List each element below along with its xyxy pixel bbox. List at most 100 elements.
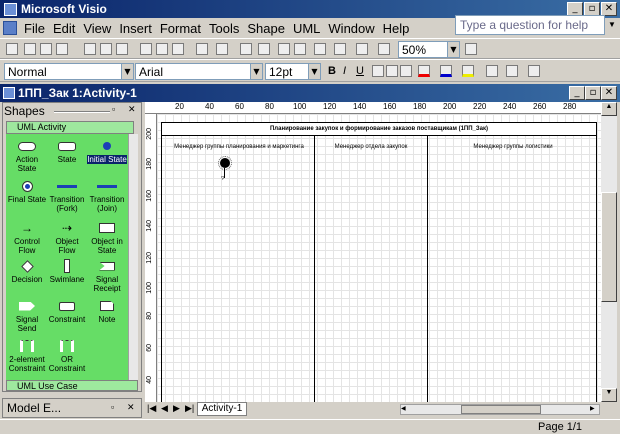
next-page-icon[interactable]: ▶ [173, 403, 180, 414]
menu-window[interactable]: Window [324, 21, 378, 36]
shape-2-element-constraint[interactable]: 2-element Constraint [6, 338, 48, 373]
bold-button[interactable]: B [328, 65, 336, 77]
shape-state[interactable]: State [46, 138, 88, 164]
diagram-header[interactable]: Планирование закупок и формирование зака… [161, 122, 597, 136]
scroll-left-icon[interactable]: ◀ [401, 405, 410, 414]
text-tool-icon[interactable] [314, 43, 326, 55]
stencil-tab-uml-use-case[interactable]: UML Use Case [6, 380, 138, 391]
menu-insert[interactable]: Insert [115, 21, 156, 36]
scroll-down-icon[interactable]: ▼ [601, 388, 617, 402]
shape-decision[interactable]: Decision [6, 258, 48, 284]
line-pattern-icon[interactable] [506, 65, 518, 77]
panel-close-icon[interactable]: ✕ [128, 104, 136, 115]
shape-constraint[interactable]: Constraint [46, 298, 88, 324]
shapes-icon[interactable] [240, 43, 252, 55]
first-page-icon[interactable]: |◀ [147, 403, 156, 414]
menu-uml[interactable]: UML [289, 21, 324, 36]
vertical-scrollbar[interactable]: ▲ ▼ [601, 102, 617, 402]
document-menu-icon[interactable] [3, 21, 17, 35]
align-left-icon[interactable] [372, 65, 384, 77]
shape-final-state[interactable]: Final State [6, 178, 48, 204]
shape-action-state[interactable]: Action State [6, 138, 48, 173]
open-icon[interactable] [24, 43, 36, 55]
font-dropdown-icon[interactable]: ▼ [250, 64, 262, 79]
shape-initial-state[interactable]: Initial State [86, 138, 128, 164]
doc-restore-button[interactable]: ▫ [585, 86, 601, 100]
save-icon[interactable] [40, 43, 52, 55]
zoom-select[interactable]: 50% ▼ [398, 41, 460, 58]
undo-icon[interactable] [196, 43, 208, 55]
pointer-tool-icon[interactable] [278, 43, 290, 55]
line-ends-icon[interactable] [528, 65, 540, 77]
paste-icon[interactable] [172, 43, 184, 55]
doc-minimize-button[interactable]: _ [569, 86, 585, 100]
italic-button[interactable]: I [343, 65, 346, 77]
shape-signal-receipt[interactable]: Signal Receipt [86, 258, 128, 293]
underline-button[interactable]: U [356, 65, 364, 77]
shape-object-flow[interactable]: ⇢ Object Flow [46, 220, 88, 256]
copy-icon[interactable] [156, 43, 168, 55]
shape-object-in-state[interactable]: Object in State [86, 220, 128, 255]
new-icon[interactable] [6, 43, 18, 55]
panel-grip[interactable] [54, 111, 110, 113]
stencil-tab-uml-activity[interactable]: UML Activity [6, 121, 134, 134]
help-dropdown-icon[interactable]: ▼ [608, 20, 618, 30]
fill-color-icon[interactable] [462, 65, 474, 77]
h-scroll-thumb[interactable] [461, 405, 541, 414]
page-tab-activity-1[interactable]: Activity-1 [197, 402, 247, 416]
scroll-right-icon[interactable]: ▶ [590, 405, 599, 414]
permission-icon[interactable] [56, 43, 68, 55]
font-color-icon[interactable] [418, 65, 430, 77]
font-select[interactable]: Arial ▼ [135, 63, 263, 80]
shape-join[interactable]: Transition (Join) [86, 178, 128, 213]
font-size-select[interactable]: 12pt ▼ [265, 63, 321, 80]
rotate-icon[interactable] [378, 43, 390, 55]
rectangle-tool-icon[interactable] [334, 43, 346, 55]
shape-swimlane[interactable]: Swimlane [46, 258, 88, 284]
help-search-input[interactable]: Type a question for help [455, 15, 605, 35]
print-icon[interactable] [84, 43, 96, 55]
cut-icon[interactable] [140, 43, 152, 55]
panel-options-icon[interactable]: ▫ [112, 104, 115, 114]
drawing-canvas[interactable]: Планирование закупок и формирование зака… [157, 114, 601, 402]
spelling-icon[interactable] [116, 43, 128, 55]
shape-control-flow[interactable]: → Control Flow [6, 220, 48, 256]
shape-fork[interactable]: Transition (Fork) [46, 178, 88, 213]
model-close-icon[interactable]: ✕ [127, 402, 135, 413]
menu-tools[interactable]: Tools [205, 21, 243, 36]
style-dropdown-icon[interactable]: ▼ [121, 64, 133, 79]
maximize-button[interactable]: ▫ [584, 2, 600, 16]
help-icon[interactable] [465, 43, 477, 55]
lane-label-planning[interactable]: Менеджер группы планирования и маркетинг… [165, 144, 313, 150]
menu-edit[interactable]: Edit [49, 21, 79, 36]
line-color-icon[interactable] [440, 65, 452, 77]
menu-view[interactable]: View [79, 21, 115, 36]
menu-help[interactable]: Help [379, 21, 414, 36]
scroll-thumb[interactable] [601, 192, 617, 302]
stencil-scrollbar[interactable] [128, 134, 138, 380]
horizontal-scrollbar[interactable]: ◀ ▶ [400, 404, 600, 415]
align-center-icon[interactable] [386, 65, 398, 77]
align-right-icon[interactable] [400, 65, 412, 77]
redo-icon[interactable] [216, 43, 228, 55]
shape-or-constraint[interactable]: OR Constraint [46, 338, 88, 373]
style-select[interactable]: Normal ▼ [4, 63, 134, 80]
print-preview-icon[interactable] [100, 43, 112, 55]
minimize-button[interactable]: _ [567, 2, 583, 16]
menu-file[interactable]: File [20, 21, 49, 36]
model-options-icon[interactable]: ▫ [111, 402, 114, 412]
zoom-dropdown-icon[interactable]: ▼ [447, 42, 459, 57]
connect-icon[interactable] [258, 43, 270, 55]
close-button[interactable]: ✕ [601, 2, 617, 16]
shape-note[interactable]: Note [86, 298, 128, 324]
prev-page-icon[interactable]: ◀ [161, 403, 168, 414]
last-page-icon[interactable]: ▶| [185, 403, 194, 414]
scroll-up-icon[interactable]: ▲ [601, 102, 617, 116]
shape-signal-send[interactable]: Signal Send [6, 298, 48, 333]
initial-state-node[interactable] [218, 156, 232, 170]
line-weight-icon[interactable] [486, 65, 498, 77]
menu-format[interactable]: Format [156, 21, 205, 36]
line-tool-icon[interactable] [356, 43, 368, 55]
size-dropdown-icon[interactable]: ▼ [308, 64, 320, 79]
connector-tool-icon[interactable] [294, 43, 306, 55]
